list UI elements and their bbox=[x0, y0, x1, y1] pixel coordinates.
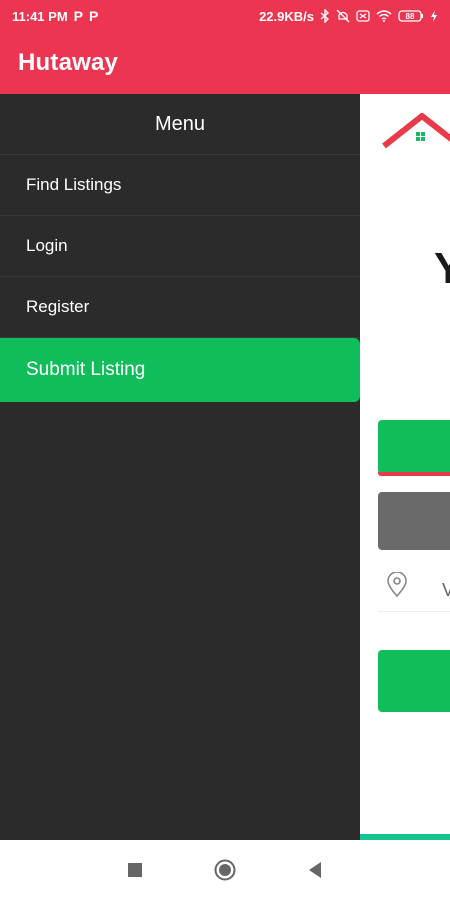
partial-heading: Y bbox=[434, 244, 450, 293]
circle-icon[interactable] bbox=[205, 850, 245, 890]
partial-green-button[interactable] bbox=[378, 420, 450, 474]
partial-gray-field[interactable] bbox=[378, 492, 450, 550]
status-right: 22.9KB/s 88 bbox=[259, 9, 438, 24]
network-speed: 22.9KB/s bbox=[259, 8, 314, 24]
status-left: 11:41 PM P P bbox=[12, 8, 98, 24]
house-logo-icon bbox=[382, 112, 450, 157]
back-triangle-icon[interactable] bbox=[295, 850, 335, 890]
svg-text:88: 88 bbox=[406, 12, 415, 21]
status-bar: 11:41 PM P P 22.9KB/s 88 bbox=[0, 0, 450, 32]
charging-bolt-icon bbox=[430, 10, 438, 22]
system-nav-bar bbox=[0, 840, 450, 900]
drawer-item-register[interactable]: Register bbox=[0, 277, 360, 338]
app-bar: Hutaway bbox=[0, 32, 450, 94]
navigation-drawer: Menu Find Listings Login Register Submit… bbox=[0, 94, 360, 840]
wifi-icon bbox=[376, 10, 392, 22]
location-pin-icon bbox=[386, 571, 408, 603]
parking-p-icon: P bbox=[73, 8, 83, 24]
mute-bell-icon bbox=[336, 9, 350, 23]
battery-icon: 88 bbox=[398, 10, 424, 22]
square-icon[interactable] bbox=[115, 850, 155, 890]
red-underline bbox=[378, 472, 450, 476]
drawer-item-submit-listing[interactable]: Submit Listing bbox=[0, 338, 360, 402]
bluetooth-icon bbox=[320, 9, 330, 23]
sim-off-icon bbox=[356, 10, 370, 22]
status-time: 11:41 PM bbox=[12, 8, 68, 24]
drawer-header: Menu bbox=[0, 94, 360, 155]
parking-p-icon: P bbox=[89, 8, 99, 24]
underlying-page: Y V bbox=[360, 94, 450, 840]
app-title: Hutaway bbox=[18, 49, 119, 76]
drawer-item-login[interactable]: Login bbox=[0, 216, 360, 277]
drawer-item-find-listings[interactable]: Find Listings bbox=[0, 155, 360, 216]
partial-green-search-button[interactable] bbox=[378, 650, 450, 712]
partial-location-text: V bbox=[442, 580, 450, 600]
